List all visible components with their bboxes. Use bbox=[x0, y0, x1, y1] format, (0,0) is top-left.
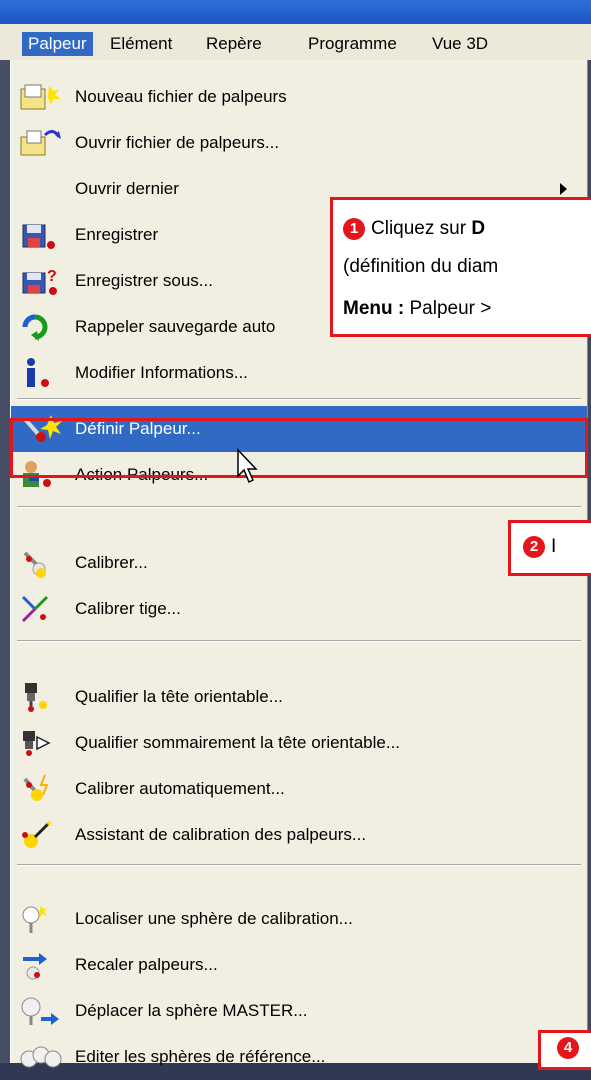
menu-separator bbox=[17, 398, 581, 400]
callout-step-2: 2I bbox=[508, 520, 591, 576]
menu-bar: Palpeur Elément Repère Programme Vue 3D bbox=[0, 24, 591, 61]
menu-item-label: Nouveau fichier de palpeurs bbox=[75, 87, 287, 106]
menu-programme[interactable]: Programme bbox=[302, 32, 403, 56]
menu-item-qualifier-tete[interactable]: Qualifier la tête orientable... bbox=[11, 674, 587, 720]
menu-item-label: Ouvrir fichier de palpeurs... bbox=[75, 133, 280, 152]
menu-item-label: Enregistrer sous... bbox=[75, 271, 213, 290]
svg-text:?: ? bbox=[47, 268, 57, 285]
step-4-badge: 4 bbox=[557, 1037, 579, 1059]
menu-item-label: Ouvrir dernier bbox=[75, 179, 179, 198]
menu-item-deplacer-sphere[interactable]: Déplacer la sphère MASTER... bbox=[11, 988, 587, 1034]
menu-item-ouvrir-fichier[interactable]: Ouvrir fichier de palpeurs... bbox=[11, 120, 587, 166]
callout-1-menu-label: Menu : bbox=[343, 298, 405, 319]
qualify-head-icon bbox=[25, 683, 47, 712]
menu-item-label: Calibrer... bbox=[75, 553, 148, 572]
calibration-wizard-icon bbox=[22, 821, 51, 848]
auto-calibrate-icon bbox=[23, 774, 49, 801]
mouse-cursor-icon bbox=[237, 448, 258, 484]
menu-item-localiser-sphere[interactable]: Localiser une sphère de calibration... bbox=[11, 896, 587, 942]
calibrate-icon bbox=[23, 551, 46, 578]
menu-item-qualifier-sommairement[interactable]: Qualifier sommairement la tête orientabl… bbox=[11, 720, 587, 766]
menu-item-label: Assistant de calibration des palpeurs... bbox=[75, 825, 367, 844]
menu-separator bbox=[17, 864, 581, 866]
submenu-arrow-icon bbox=[560, 183, 567, 195]
menu-item-calibrer-tige[interactable]: Calibrer tige... bbox=[11, 586, 587, 632]
menu-item-label: Qualifier la tête orientable... bbox=[75, 687, 283, 706]
menu-vue-3d[interactable]: Vue 3D bbox=[426, 32, 494, 56]
callout-1-line-2: (définition du diam bbox=[343, 256, 499, 277]
new-file-icon bbox=[20, 84, 61, 110]
menu-item-label: Recaler palpeurs... bbox=[75, 955, 218, 974]
menu-item-label: Enregistrer bbox=[75, 225, 159, 244]
step-2-badge: 2 bbox=[523, 536, 545, 558]
realign-probes-icon bbox=[23, 953, 47, 980]
highlight-frame bbox=[10, 418, 588, 478]
menu-item-modifier-informations[interactable]: Modifier Informations... bbox=[11, 350, 587, 396]
menu-item-label: Localiser une sphère de calibration... bbox=[75, 909, 353, 928]
menu-item-label: Qualifier sommairement la tête orientabl… bbox=[75, 733, 401, 752]
menu-palpeur[interactable]: Palpeur bbox=[22, 32, 93, 56]
menu-item-calibrer[interactable]: Calibrer... bbox=[11, 540, 587, 586]
callout-step-1: 1 Cliquez sur D (définition du diam Menu … bbox=[330, 197, 591, 337]
menu-item-calibrer-automatiquement[interactable]: Calibrer automatiquement... bbox=[11, 766, 587, 812]
callout-1-menu-path: Palpeur > bbox=[404, 298, 492, 319]
title-bar bbox=[0, 0, 591, 24]
background-strip bbox=[0, 60, 10, 1063]
menu-item-label: Calibrer tige... bbox=[75, 599, 181, 618]
menu-item-label: Déplacer la sphère MASTER... bbox=[75, 1001, 308, 1020]
save-icon bbox=[22, 224, 55, 249]
menu-item-assistant-calibration[interactable]: Assistant de calibration des palpeurs... bbox=[11, 812, 587, 858]
menu-separator bbox=[17, 506, 581, 508]
menu-item-recaler-palpeurs[interactable]: Recaler palpeurs... bbox=[11, 942, 587, 988]
move-sphere-icon bbox=[21, 997, 59, 1025]
menu-item-label: Modifier Informations... bbox=[75, 363, 248, 382]
info-icon bbox=[27, 358, 49, 387]
menu-item-label: Rappeler sauvegarde auto bbox=[75, 317, 276, 336]
restore-icon bbox=[22, 314, 48, 341]
menu-item-label: Calibrer automatiquement... bbox=[75, 779, 285, 798]
menu-element[interactable]: Elément bbox=[104, 32, 178, 56]
menu-item-nouveau-fichier[interactable]: Nouveau fichier de palpeurs bbox=[11, 74, 587, 120]
step-1-badge: 1 bbox=[343, 218, 365, 240]
callout-step-4: 4 bbox=[538, 1030, 591, 1070]
menu-item-label: Editer les sphères de référence... bbox=[75, 1047, 326, 1066]
menu-separator bbox=[17, 640, 581, 642]
menu-item-editer-spheres[interactable]: Editer les sphères de référence... bbox=[11, 1034, 587, 1080]
calibrate-stylus-icon bbox=[21, 595, 49, 623]
edit-spheres-icon bbox=[20, 1046, 62, 1068]
save-as-icon: ? bbox=[22, 268, 57, 295]
locate-sphere-icon bbox=[22, 905, 47, 933]
open-file-icon bbox=[20, 130, 61, 156]
menu-repere[interactable]: Repère bbox=[200, 32, 268, 56]
quick-qualify-head-icon bbox=[23, 731, 51, 756]
